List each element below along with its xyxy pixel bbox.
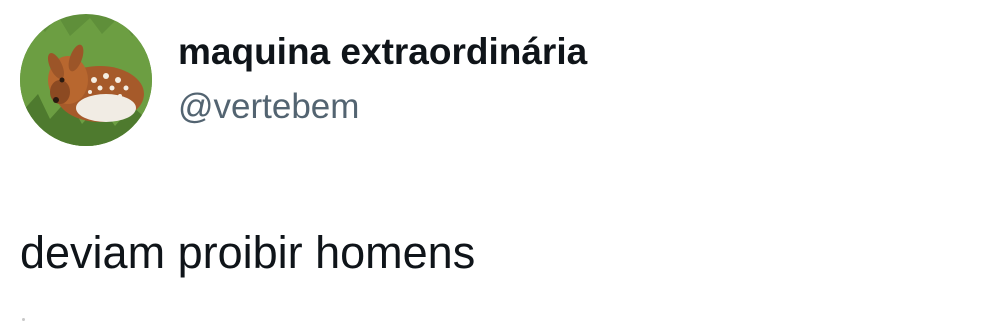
author-avatar[interactable] — [20, 14, 152, 146]
tweet-card: maquina extraordinária @vertebem deviam … — [0, 0, 988, 330]
cropped-edge-mark — [22, 318, 25, 321]
author-handle[interactable]: @vertebem — [178, 86, 359, 128]
tweet-text: deviam proibir homens — [20, 227, 476, 278]
fawn-avatar-icon — [20, 14, 152, 146]
author-display-name[interactable]: maquina extraordinária — [178, 30, 587, 74]
